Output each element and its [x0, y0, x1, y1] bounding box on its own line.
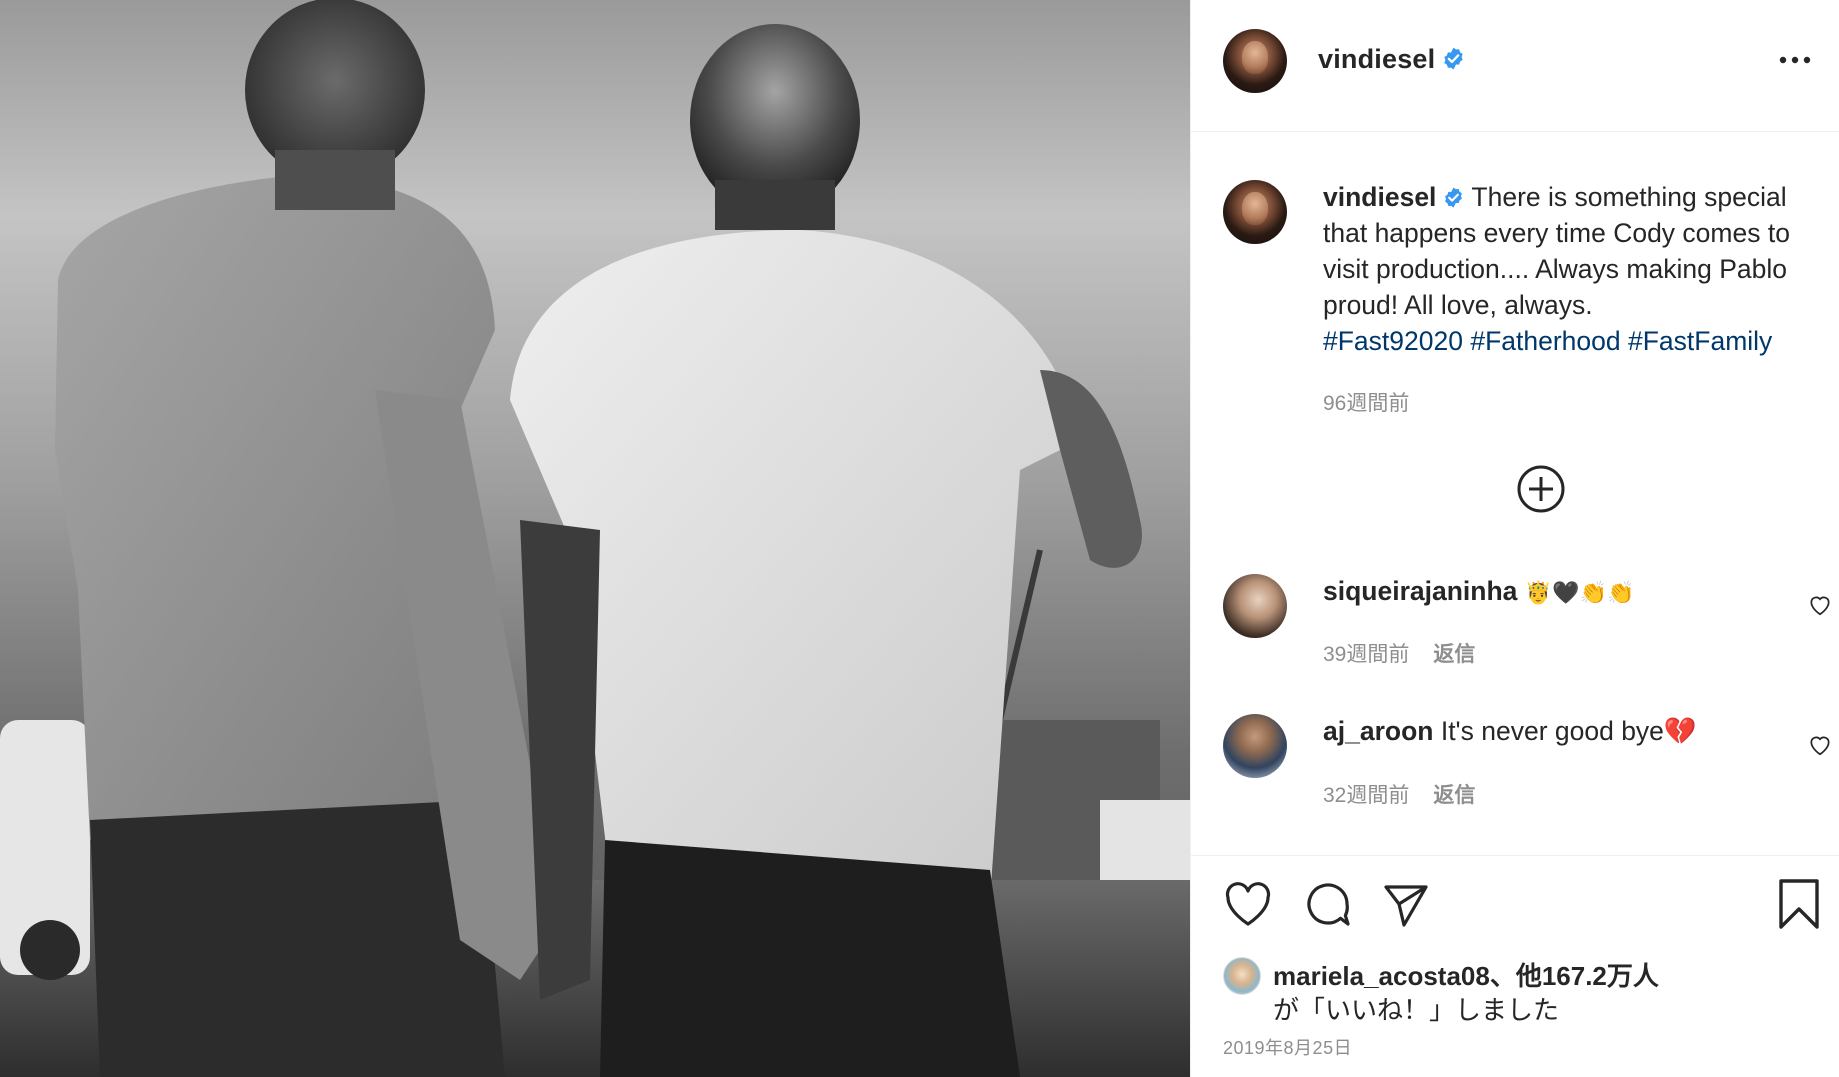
liker-avatar[interactable] — [1223, 957, 1261, 995]
comment-text: It's never good bye💔 — [1440, 716, 1697, 746]
likes-summary[interactable]: mariela_acosta08、他167.2万人 — [1273, 956, 1659, 993]
hashtag-link[interactable]: #Fatherhood — [1470, 326, 1620, 356]
comment-username[interactable]: aj_aroon — [1323, 716, 1433, 746]
commenter-avatar[interactable] — [1223, 574, 1287, 638]
verified-badge-icon — [1444, 47, 1464, 70]
author-username-text[interactable]: vindiesel — [1318, 44, 1435, 74]
comment-meta: 32週間前 返信 — [1323, 779, 1475, 809]
paper-plane-icon[interactable] — [1381, 880, 1431, 930]
hashtag-link[interactable]: #Fast92020 — [1323, 326, 1463, 356]
heart-icon[interactable] — [1807, 732, 1833, 758]
post-caption: vindiesel There is something special tha… — [1323, 179, 1828, 359]
post-photo[interactable] — [0, 0, 1190, 1077]
caption-time-ago[interactable]: 96週間前 — [1323, 387, 1409, 417]
commenter-avatar[interactable] — [1223, 714, 1287, 778]
plus-circle-icon[interactable] — [1516, 464, 1566, 514]
post-header: vindiesel — [1191, 0, 1839, 132]
hashtag-link[interactable]: #FastFamily — [1628, 326, 1772, 356]
heart-icon[interactable] — [1807, 592, 1833, 618]
comment-time-ago[interactable]: 39週間前 — [1323, 643, 1409, 666]
comment: siqueirajaninha 🤴🖤👏👏 — [1323, 576, 1634, 607]
more-horizontal-icon[interactable] — [1778, 50, 1812, 70]
author-username[interactable]: vindiesel — [1318, 44, 1466, 75]
heart-icon[interactable] — [1223, 880, 1273, 930]
comment-meta: 39週間前 返信 — [1323, 638, 1475, 668]
author-avatar[interactable] — [1223, 29, 1287, 93]
photo-illustration — [0, 0, 1190, 1077]
comment-time-ago[interactable]: 32週間前 — [1323, 784, 1409, 807]
caption-username[interactable]: vindiesel — [1323, 182, 1436, 212]
comment-username[interactable]: siqueirajaninha — [1323, 576, 1517, 606]
comment-text: 🤴🖤👏👏 — [1524, 581, 1635, 606]
likes-suffix: が「いいね！」しました — [1273, 995, 1560, 1025]
reply-button[interactable]: 返信 — [1433, 784, 1475, 807]
verified-badge-icon — [1445, 187, 1463, 208]
post-side-panel: vindiesel vindiesel There is something s… — [1190, 0, 1839, 1077]
post-date[interactable]: 2019年8月25日 — [1223, 1034, 1352, 1060]
bookmark-icon[interactable] — [1776, 878, 1822, 930]
reply-button[interactable]: 返信 — [1433, 643, 1475, 666]
caption-author-avatar[interactable] — [1223, 180, 1287, 244]
post-actions: mariela_acosta08、他167.2万人 が「いいね！」しました 20… — [1191, 855, 1839, 1077]
comment: aj_aroon It's never good bye💔 — [1323, 716, 1697, 747]
comment-bubble-icon[interactable] — [1303, 880, 1353, 930]
